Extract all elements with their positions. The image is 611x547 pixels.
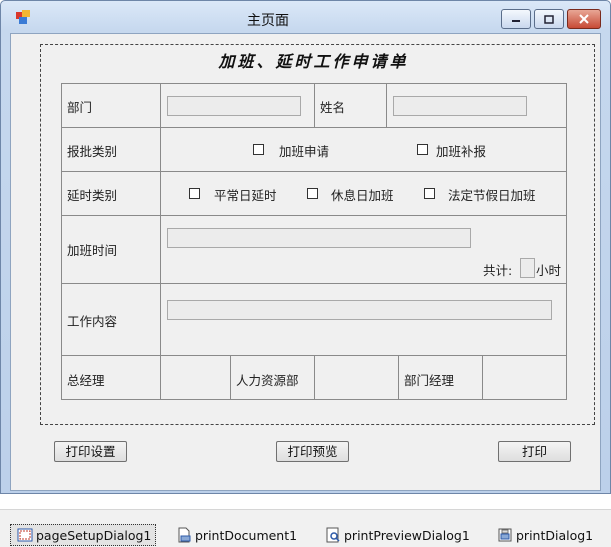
holiday-overtime-checkbox[interactable]: [424, 188, 435, 199]
table-line: [61, 171, 567, 172]
tray-item-label: pageSetupDialog1: [36, 527, 152, 543]
checkbox-label: 平常日延时: [214, 188, 277, 203]
print-dialog-icon: [498, 528, 512, 542]
tray-item-print-dialog[interactable]: printDialog1: [497, 524, 593, 546]
gm-label: 总经理: [67, 373, 105, 388]
hours-unit-label: 小时: [536, 263, 562, 278]
minimize-icon: [512, 20, 520, 22]
component-tray: pageSetupDialog1 printDocument1 printPre…: [0, 509, 611, 547]
checkbox-label: 法定节假日加班: [448, 188, 536, 203]
weekday-delay-checkbox[interactable]: [189, 188, 200, 199]
tray-item-label: printDocument1: [195, 527, 298, 543]
page-setup-icon: [17, 528, 33, 542]
form-client-area: 加班、延时工作申请单 部门 姓名 报批类别 加班申请 加班补报 延时类别 平常日…: [10, 33, 601, 491]
work-content-label: 工作内容: [67, 314, 118, 329]
dept-manager-label: 部门经理: [404, 373, 455, 388]
form-title: 加班、延时工作申请单: [218, 52, 409, 71]
overtime-apply-checkbox[interactable]: [253, 144, 264, 155]
print-button[interactable]: 打印: [498, 441, 571, 462]
tray-item-label: printPreviewDialog1: [344, 527, 470, 543]
total-label: 共计:: [483, 263, 513, 278]
hr-label: 人力资源部: [236, 373, 299, 388]
checkbox-label: 加班补报: [436, 144, 487, 159]
tray-item-page-setup[interactable]: pageSetupDialog1: [10, 524, 156, 546]
table-line: [61, 83, 62, 400]
maximize-button[interactable]: [534, 9, 564, 29]
close-icon: [579, 14, 589, 24]
dept-label: 部门: [67, 100, 93, 115]
restday-overtime-checkbox[interactable]: [307, 188, 318, 199]
close-button[interactable]: [567, 9, 601, 29]
table-line: [61, 215, 567, 216]
minimize-button[interactable]: [501, 9, 531, 29]
table-line: [314, 83, 315, 128]
table-line: [230, 355, 231, 400]
print-preview-button[interactable]: 打印预览: [276, 441, 349, 462]
work-content-input[interactable]: [167, 300, 552, 320]
overtime-label: 加班时间: [67, 243, 118, 258]
checkbox-label: 休息日加班: [331, 188, 394, 203]
name-input[interactable]: [393, 96, 527, 116]
tray-item-print-preview[interactable]: printPreviewDialog1: [325, 524, 470, 546]
name-label: 姓名: [320, 100, 346, 115]
dept-input[interactable]: [167, 96, 301, 116]
checkbox-label: 加班申请: [279, 144, 330, 159]
table-line: [386, 83, 387, 128]
total-hours-input[interactable]: [520, 258, 535, 278]
table-line: [160, 83, 161, 400]
overtime-report-checkbox[interactable]: [417, 144, 428, 155]
window-title: 主页面: [247, 13, 289, 29]
table-line: [314, 355, 315, 400]
overtime-input[interactable]: [167, 228, 471, 248]
tray-item-label: printDialog1: [516, 527, 594, 543]
approval-type-label: 报批类别: [67, 144, 118, 159]
table-line: [398, 355, 399, 400]
print-setup-button[interactable]: 打印设置: [54, 441, 127, 462]
maximize-icon: [544, 14, 554, 24]
table-line: [482, 355, 483, 400]
delay-type-label: 延时类别: [67, 188, 118, 203]
print-preview-icon: [326, 527, 340, 543]
table-line: [566, 83, 567, 400]
table-line: [61, 283, 567, 284]
tray-item-print-document[interactable]: printDocument1: [176, 524, 297, 546]
main-window: 主页面 加班、延时工作申请单 部门 姓名 报批类别 加班申请 加班补报 延时类别…: [0, 0, 611, 494]
title-bar[interactable]: 主页面: [1, 1, 610, 33]
print-document-icon: [178, 527, 191, 543]
